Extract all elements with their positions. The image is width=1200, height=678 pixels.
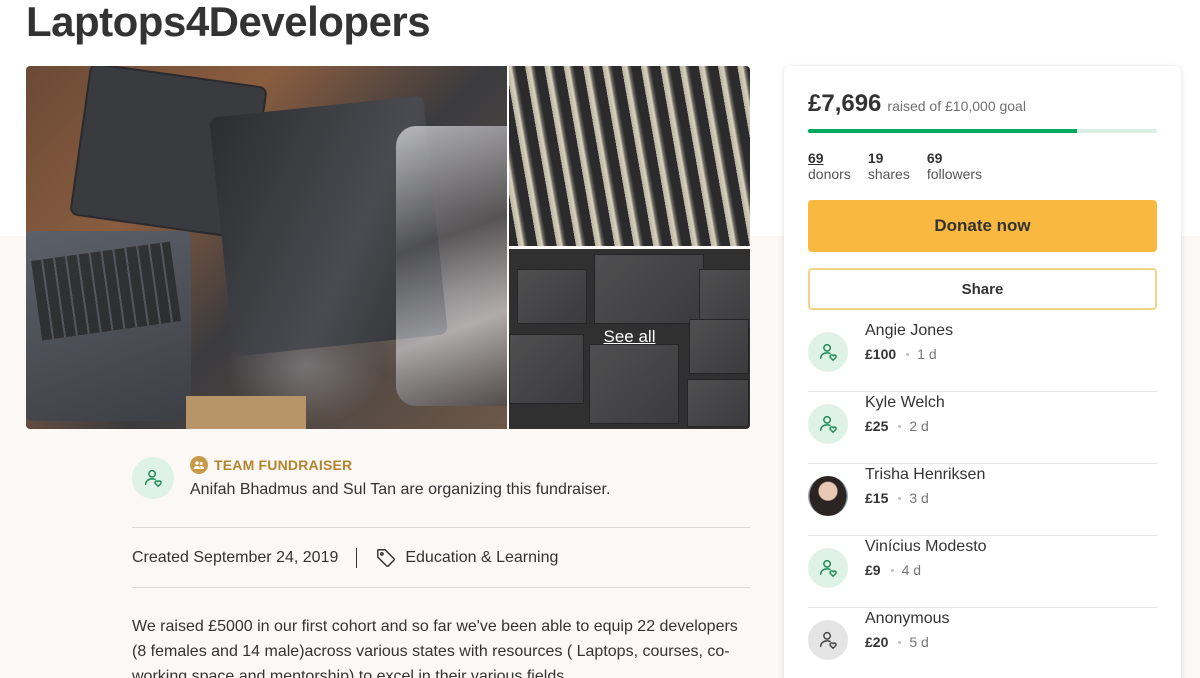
- donation-amount: £20: [865, 634, 889, 650]
- donation-row: Kyle Welch £25 2 d: [808, 392, 1157, 464]
- page-title: Laptops4Developers: [26, 0, 431, 45]
- donor-name: Kyle Welch: [865, 394, 945, 411]
- stat-number: 19: [867, 150, 884, 166]
- donor-avatar-icon: [808, 332, 848, 372]
- fundraiser-meta: Created September 24, 2019 Education & L…: [132, 547, 558, 569]
- donation-time: 5 d: [909, 634, 929, 650]
- team-fundraiser-label: TEAM FUNDRAISER: [190, 456, 352, 474]
- donate-now-button[interactable]: Donate now: [808, 200, 1157, 252]
- stats: 69 donors 19 shares 69 followers: [808, 150, 982, 182]
- donor-avatar-icon: [808, 404, 848, 444]
- donation-sidebar: £7,696 raised of £10,000 goal 69 donors …: [784, 66, 1181, 678]
- donor-name: Angie Jones: [865, 322, 954, 339]
- stat-number: 69: [808, 150, 824, 166]
- photo-gallery: See all: [26, 66, 750, 429]
- organizer-text: Anifah Bhadmus and Sul Tan are organizin…: [190, 481, 611, 498]
- dot-separator: [906, 352, 910, 356]
- stat-followers: 69 followers: [927, 150, 982, 182]
- progress-bar: [808, 129, 1157, 133]
- stat-number: 69: [926, 150, 943, 166]
- donation-amount: £9: [865, 562, 881, 578]
- donation-amount: £100: [865, 346, 897, 362]
- donation-row: Trisha Henriksen £15 3 d: [808, 464, 1157, 536]
- gallery-photo-3[interactable]: See all: [509, 249, 750, 429]
- donor-name: Trisha Henriksen: [865, 466, 986, 483]
- donor-avatar-icon: [808, 548, 848, 588]
- see-all-link[interactable]: See all: [509, 327, 750, 347]
- progress-fill: [808, 129, 1077, 133]
- donation-row: Anonymous £20 5 d: [808, 608, 1157, 678]
- dot-separator: [898, 424, 902, 428]
- donation-time: 1 d: [917, 346, 937, 362]
- stat-donors[interactable]: 69 donors: [808, 150, 851, 182]
- anonymous-avatar-icon: [808, 620, 848, 660]
- stat-shares: 19 shares: [868, 150, 910, 182]
- donation-row: Vinícius Modesto £9 4 d: [808, 536, 1157, 608]
- donation-details: £25 2 d: [865, 418, 929, 434]
- raised-goal: raised of £10,000 goal: [887, 98, 1026, 114]
- donor-name: Anonymous: [865, 610, 950, 627]
- created-date: Created September 24, 2019: [132, 549, 339, 566]
- donation-details: £15 3 d: [865, 490, 929, 506]
- donation-details: £20 5 d: [865, 634, 929, 650]
- stat-label: followers: [926, 166, 983, 182]
- divider: [132, 587, 750, 588]
- share-button[interactable]: Share: [808, 268, 1157, 310]
- dot-separator: [890, 568, 894, 572]
- dot-separator: [898, 496, 902, 500]
- team-icon: [190, 456, 208, 474]
- donation-amount: £15: [865, 490, 889, 506]
- donor-photo-avatar: [808, 476, 848, 516]
- meta-separator: [356, 548, 358, 568]
- donation-amount: £25: [865, 418, 889, 434]
- main-photo[interactable]: [26, 66, 507, 429]
- donation-row: Angie Jones £100 1 d: [808, 320, 1157, 392]
- stat-label: shares: [867, 166, 910, 182]
- donation-details: £100 1 d: [865, 346, 937, 362]
- category-label: Education & Learning: [405, 549, 559, 566]
- divider: [132, 527, 750, 528]
- donation-time: 2 d: [909, 418, 929, 434]
- donation-details: £9 4 d: [865, 562, 921, 578]
- dot-separator: [898, 640, 902, 644]
- raised-amount: £7,696: [808, 90, 882, 117]
- gallery-photo-2[interactable]: [509, 66, 750, 246]
- stat-label: donors: [808, 166, 851, 182]
- story-text: We raised £5000 in our first cohort and …: [132, 618, 738, 678]
- raised-summary: £7,696 raised of £10,000 goal: [808, 90, 1026, 118]
- user-heart-icon: [132, 457, 174, 499]
- donation-time: 4 d: [901, 562, 922, 578]
- donation-time: 3 d: [909, 490, 929, 506]
- tag-icon: [377, 549, 396, 567]
- category-link[interactable]: Education & Learning: [375, 547, 558, 569]
- team-fundraiser-text: TEAM FUNDRAISER: [214, 457, 353, 473]
- donor-name: Vinícius Modesto: [865, 538, 987, 555]
